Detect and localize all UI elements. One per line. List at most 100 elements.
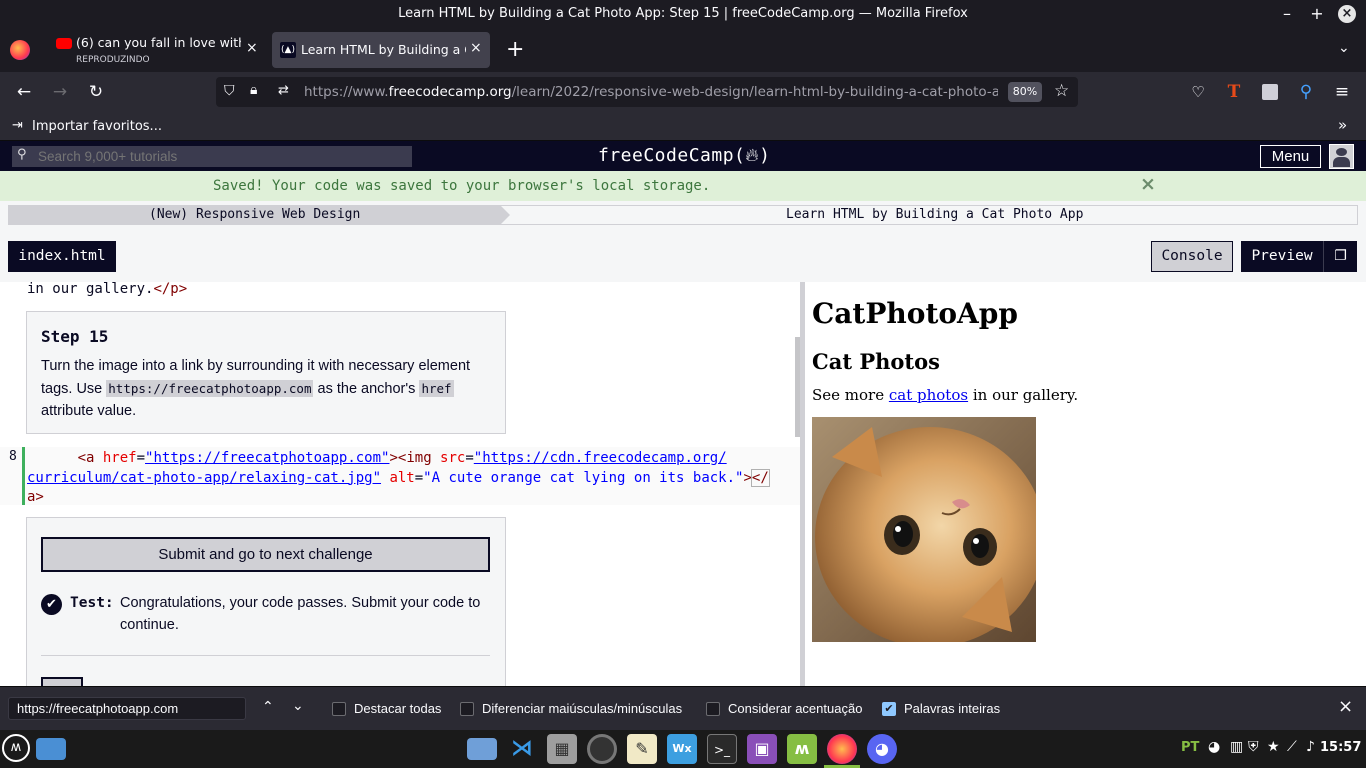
- show-desktop-icon[interactable]: [36, 738, 66, 760]
- submit-button[interactable]: Submit and go to next challenge: [41, 537, 490, 572]
- shield-tray-icon[interactable]: ⛨: [1248, 739, 1259, 755]
- files-icon[interactable]: [467, 738, 497, 760]
- close-find-bar-icon[interactable]: ×: [1338, 696, 1353, 717]
- firefox-menu-icon[interactable]: [10, 40, 30, 60]
- forward-icon[interactable]: →: [50, 82, 70, 102]
- reload-icon[interactable]: ↻: [86, 82, 106, 102]
- pocket-icon[interactable]: ♡: [1188, 82, 1208, 102]
- preview-button[interactable]: Preview: [1241, 241, 1323, 272]
- match-case-checkbox[interactable]: [460, 702, 474, 716]
- match-diacritics-checkbox[interactable]: [706, 702, 720, 716]
- highlight-all-checkbox[interactable]: [332, 702, 346, 716]
- zoom-level-badge[interactable]: 80%: [1008, 82, 1042, 102]
- action-panel: Submit and go to next challenge ✔ Test: …: [26, 517, 506, 686]
- tab-index-html[interactable]: index.html: [8, 241, 116, 272]
- mintupdate-icon[interactable]: ʍ: [787, 734, 817, 764]
- close-alert-icon[interactable]: ×: [1140, 173, 1156, 195]
- code-tag: >: [389, 450, 398, 466]
- code-operator: =: [414, 469, 424, 486]
- camera-icon[interactable]: [587, 734, 617, 764]
- search-box[interactable]: ⚲: [12, 146, 412, 167]
- favorites-tray-icon[interactable]: ★: [1267, 739, 1280, 755]
- extension-image-icon[interactable]: [1262, 84, 1278, 100]
- text-editor-icon[interactable]: ✎: [627, 734, 657, 764]
- clock[interactable]: 15:57: [1320, 740, 1361, 755]
- freecodecamp-favicon-icon: (▲): [280, 42, 296, 58]
- code-line-active[interactable]: 8 <a href="https://freecatphotoapp.com">…: [0, 447, 800, 505]
- discord-icon[interactable]: ◕: [867, 734, 897, 764]
- avatar-body-icon: [1333, 157, 1350, 167]
- find-next-icon[interactable]: ⌄: [292, 698, 304, 714]
- fcc-logo[interactable]: freeCodeCamp(🔥︎): [598, 145, 770, 166]
- vscode-icon[interactable]: ⋊: [507, 734, 537, 764]
- clipboard-tray-icon[interactable]: ▥: [1230, 739, 1243, 755]
- url-domain: freecodecamp.org: [388, 84, 512, 100]
- avatar[interactable]: [1329, 144, 1354, 169]
- permissions-icon[interactable]: ⇄: [278, 83, 289, 98]
- whole-words-checkbox[interactable]: ✔: [882, 702, 896, 716]
- code-line-previous: in our gallery.</p>: [27, 282, 187, 297]
- extension-search-icon[interactable]: ⚲: [1296, 82, 1316, 102]
- extension-t-icon[interactable]: T: [1224, 82, 1244, 102]
- code-tag: <img: [397, 450, 432, 466]
- minimize-icon[interactable]: –: [1278, 5, 1296, 23]
- maximize-icon[interactable]: +: [1308, 5, 1326, 23]
- url-bar[interactable]: ⛉ 🔒︎ ⇄ https://www.freecodecamp.org/lear…: [216, 77, 1078, 107]
- find-previous-icon[interactable]: ⌃: [262, 699, 274, 715]
- terminal-icon[interactable]: >_: [707, 734, 737, 764]
- close-tab-icon[interactable]: ×: [470, 40, 482, 56]
- mint-menu-icon[interactable]: ʍ: [2, 734, 30, 762]
- discord-tray-icon[interactable]: ◕: [1208, 739, 1220, 755]
- preview-cat-photos-link[interactable]: cat photos: [889, 386, 968, 404]
- whole-words-label[interactable]: Palavras inteiras: [904, 701, 1000, 716]
- code-content[interactable]: <a href="https://freecatphotoapp.com"><i…: [27, 449, 797, 508]
- search-input[interactable]: [38, 147, 398, 165]
- media-player-icon[interactable]: ▣: [747, 734, 777, 764]
- bookmarks-overflow-icon[interactable]: »: [1338, 116, 1347, 134]
- list-all-tabs-icon[interactable]: ⌄: [1338, 40, 1350, 56]
- reset-button[interactable]: [41, 677, 83, 686]
- tab-freecodecamp[interactable]: (▲) Learn HTML by Building a Ca ×: [272, 32, 490, 68]
- code-editor[interactable]: in our gallery.</p> Step 15 Turn the ima…: [0, 282, 800, 686]
- preview-cat-image[interactable]: [812, 417, 1036, 642]
- wxhexeditor-icon[interactable]: Wx: [667, 734, 697, 764]
- url-text[interactable]: https://www.freecodecamp.org/learn/2022/…: [304, 84, 998, 100]
- tab-title: Learn HTML by Building a Ca: [301, 42, 466, 57]
- tab-youtube[interactable]: (6) can you fall in love with m REPRODUZ…: [44, 32, 266, 68]
- match-diacritics-label[interactable]: Considerar acentuação: [728, 701, 862, 716]
- new-tab-icon[interactable]: +: [506, 37, 524, 62]
- import-bookmarks-link[interactable]: Importar favoritos...: [32, 119, 162, 134]
- code-string: "https://cdn.freecodecamp.org/: [473, 450, 727, 466]
- breadcrumb-course[interactable]: (New) Responsive Web Design: [9, 206, 501, 224]
- code-tag: </: [750, 468, 770, 487]
- keyboard-layout-indicator[interactable]: PT: [1181, 740, 1199, 755]
- popout-preview-icon[interactable]: ❐: [1323, 241, 1357, 272]
- step-instructions: Turn the image into a link by surroundin…: [41, 355, 487, 423]
- search-icon: ⚲: [17, 147, 27, 162]
- line-number: 8: [9, 449, 17, 464]
- preview-text: in our gallery.: [968, 386, 1079, 404]
- tracking-protection-shield-icon[interactable]: ⛉: [224, 83, 235, 99]
- console-button[interactable]: Console: [1151, 241, 1233, 272]
- highlight-all-label[interactable]: Destacar todas: [354, 701, 441, 716]
- network-tray-icon[interactable]: ⟋: [1287, 739, 1297, 755]
- breadcrumb-arrow-icon: [501, 206, 510, 224]
- volume-tray-icon[interactable]: ♪: [1306, 739, 1315, 755]
- code-tag: </p>: [153, 282, 188, 297]
- app-menu-icon[interactable]: ≡: [1332, 82, 1352, 102]
- menu-button[interactable]: Menu: [1260, 145, 1321, 168]
- close-tab-icon[interactable]: ×: [246, 40, 258, 56]
- back-icon[interactable]: ←: [14, 82, 34, 102]
- tab-playing-label: REPRODUZINDO: [76, 55, 150, 65]
- changed-line-marker: [22, 447, 25, 505]
- find-input[interactable]: [8, 697, 246, 720]
- bookmark-star-icon[interactable]: ☆: [1054, 81, 1069, 101]
- close-window-icon[interactable]: ×: [1338, 5, 1356, 23]
- match-case-label[interactable]: Diferenciar maiúsculas/minúsculas: [482, 701, 682, 716]
- tab-bar: (6) can you fall in love with m REPRODUZ…: [0, 28, 1366, 72]
- lock-icon[interactable]: 🔒︎: [250, 82, 257, 98]
- breadcrumb-project-label[interactable]: Learn HTML by Building a Cat Photo App: [786, 207, 1083, 222]
- calculator-icon[interactable]: ▦: [547, 734, 577, 764]
- fcc-flame-icon: (🔥︎): [734, 145, 771, 166]
- firefox-taskbar-icon[interactable]: [827, 734, 857, 764]
